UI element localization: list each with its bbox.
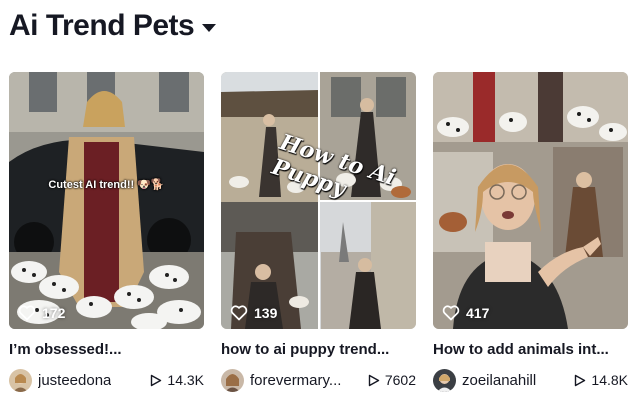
- avatar[interactable]: [433, 368, 456, 392]
- like-count: 172: [18, 305, 65, 321]
- play-count: 7602: [368, 372, 416, 388]
- thumbnail-image: [433, 72, 628, 329]
- heart-icon: [18, 305, 36, 321]
- video-caption-overlay: Cutest AI trend!! 🐶🐕: [48, 179, 165, 191]
- chevron-down-icon[interactable]: [202, 24, 217, 32]
- heart-icon: [442, 305, 460, 321]
- video-title[interactable]: I’m obsessed!...: [9, 341, 204, 358]
- play-count: 14.3K: [150, 372, 204, 388]
- video-meta: zoeilanahill 14.8K: [433, 368, 628, 392]
- thumbnail-image: [9, 72, 204, 329]
- like-count-value: 139: [254, 305, 278, 321]
- video-card[interactable]: How to Ai Puppy 139 how to ai puppy tren…: [221, 72, 416, 392]
- video-title[interactable]: how to ai puppy trend...: [221, 341, 416, 358]
- video-card[interactable]: Cutest AI trend!! 🐶🐕 172 I’m obsessed!..…: [9, 72, 204, 392]
- like-count: 417: [442, 305, 489, 321]
- avatar[interactable]: [221, 368, 244, 392]
- video-title[interactable]: How to add animals int...: [433, 341, 628, 358]
- video-thumbnail[interactable]: 417: [433, 72, 628, 329]
- author-username[interactable]: zoeilanahill: [462, 372, 536, 389]
- video-card[interactable]: 417 How to add animals int... zoeilanahi…: [433, 72, 628, 392]
- video-meta: justeedona 14.3K: [9, 368, 204, 392]
- play-icon: [368, 374, 380, 386]
- play-count-value: 14.3K: [167, 372, 204, 388]
- author-username[interactable]: justeedona: [38, 372, 111, 389]
- play-icon: [151, 374, 162, 386]
- author-username[interactable]: forevermary...: [250, 372, 341, 389]
- video-thumbnail[interactable]: Cutest AI trend!! 🐶🐕 172: [9, 72, 204, 329]
- like-count: 139: [230, 305, 277, 321]
- avatar[interactable]: [9, 368, 32, 392]
- video-thumbnail[interactable]: How to Ai Puppy 139: [221, 72, 416, 329]
- like-count-value: 172: [42, 305, 66, 321]
- play-count: 14.8K: [574, 372, 628, 388]
- page-header[interactable]: Ai Trend Pets: [9, 8, 217, 44]
- play-count-value: 7602: [384, 372, 416, 388]
- video-meta: forevermary... 7602: [221, 368, 416, 392]
- play-count-value: 14.8K: [591, 372, 628, 388]
- like-count-value: 417: [466, 305, 490, 321]
- heart-icon: [230, 305, 248, 321]
- play-icon: [575, 374, 586, 386]
- page-title: Ai Trend Pets: [9, 9, 195, 42]
